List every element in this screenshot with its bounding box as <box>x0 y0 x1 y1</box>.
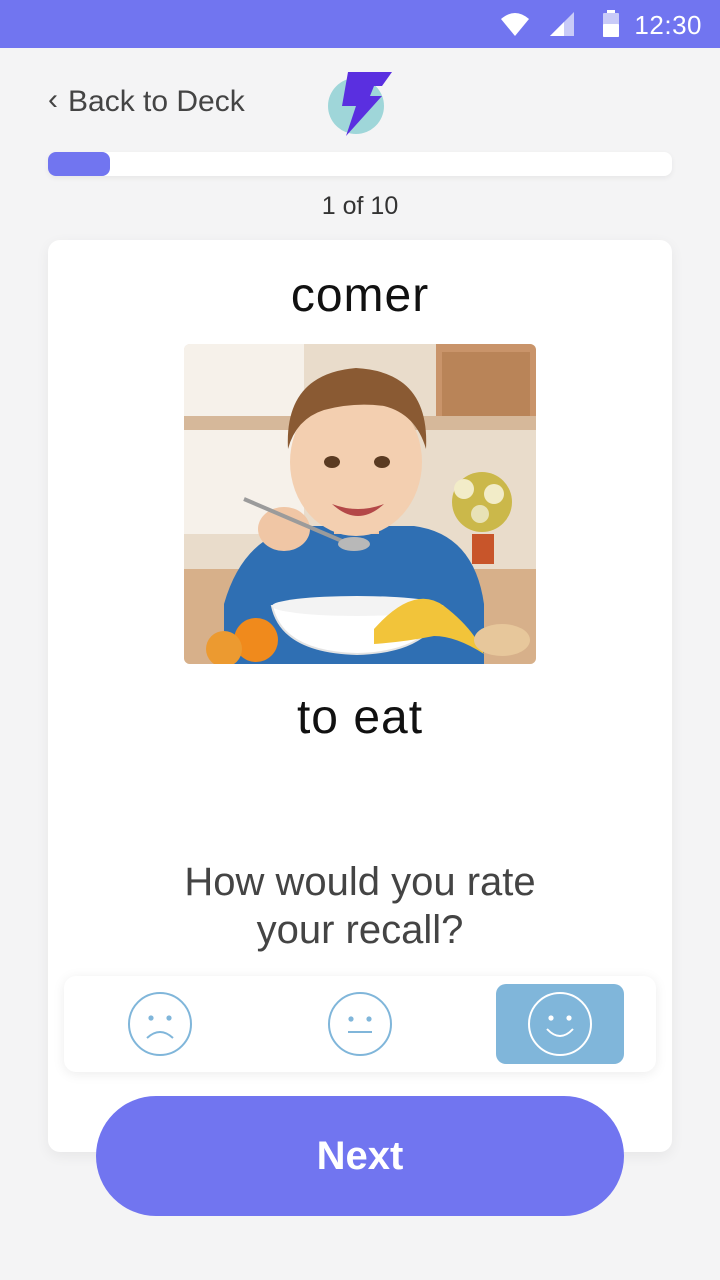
boy-eating-photo <box>184 344 536 664</box>
status-bar: 12:30 <box>0 0 720 48</box>
next-button[interactable]: Next <box>96 1096 624 1216</box>
rating-happy-button[interactable] <box>496 984 624 1064</box>
flashcard: comer to eat How would you rate your rec… <box>48 240 672 1152</box>
wifi-icon <box>501 13 529 36</box>
card-translation: to eat <box>296 691 424 744</box>
progress-label: 1 of 10 <box>321 192 399 220</box>
battery-icon <box>603 10 619 37</box>
happy-face-icon <box>528 992 592 1056</box>
progress-fill <box>48 152 110 176</box>
sad-face-icon <box>128 992 192 1056</box>
recall-rating-bar <box>64 976 656 1072</box>
back-to-deck-link[interactable]: ‹ Back to Deck <box>48 82 245 122</box>
progress-bar <box>48 152 672 176</box>
back-to-deck-label: Back to Deck <box>68 85 245 118</box>
neutral-face-icon <box>328 992 392 1056</box>
status-time: 12:30 <box>634 10 702 40</box>
recall-question: How would you rate your recall? <box>184 860 536 952</box>
lightning-bolt-logo <box>328 72 392 136</box>
signal-icon <box>550 12 574 36</box>
chevron-left-icon: ‹ <box>48 83 58 116</box>
rating-neutral-button[interactable] <box>296 984 424 1064</box>
rating-sad-button[interactable] <box>96 984 224 1064</box>
card-term: comer <box>290 269 430 322</box>
